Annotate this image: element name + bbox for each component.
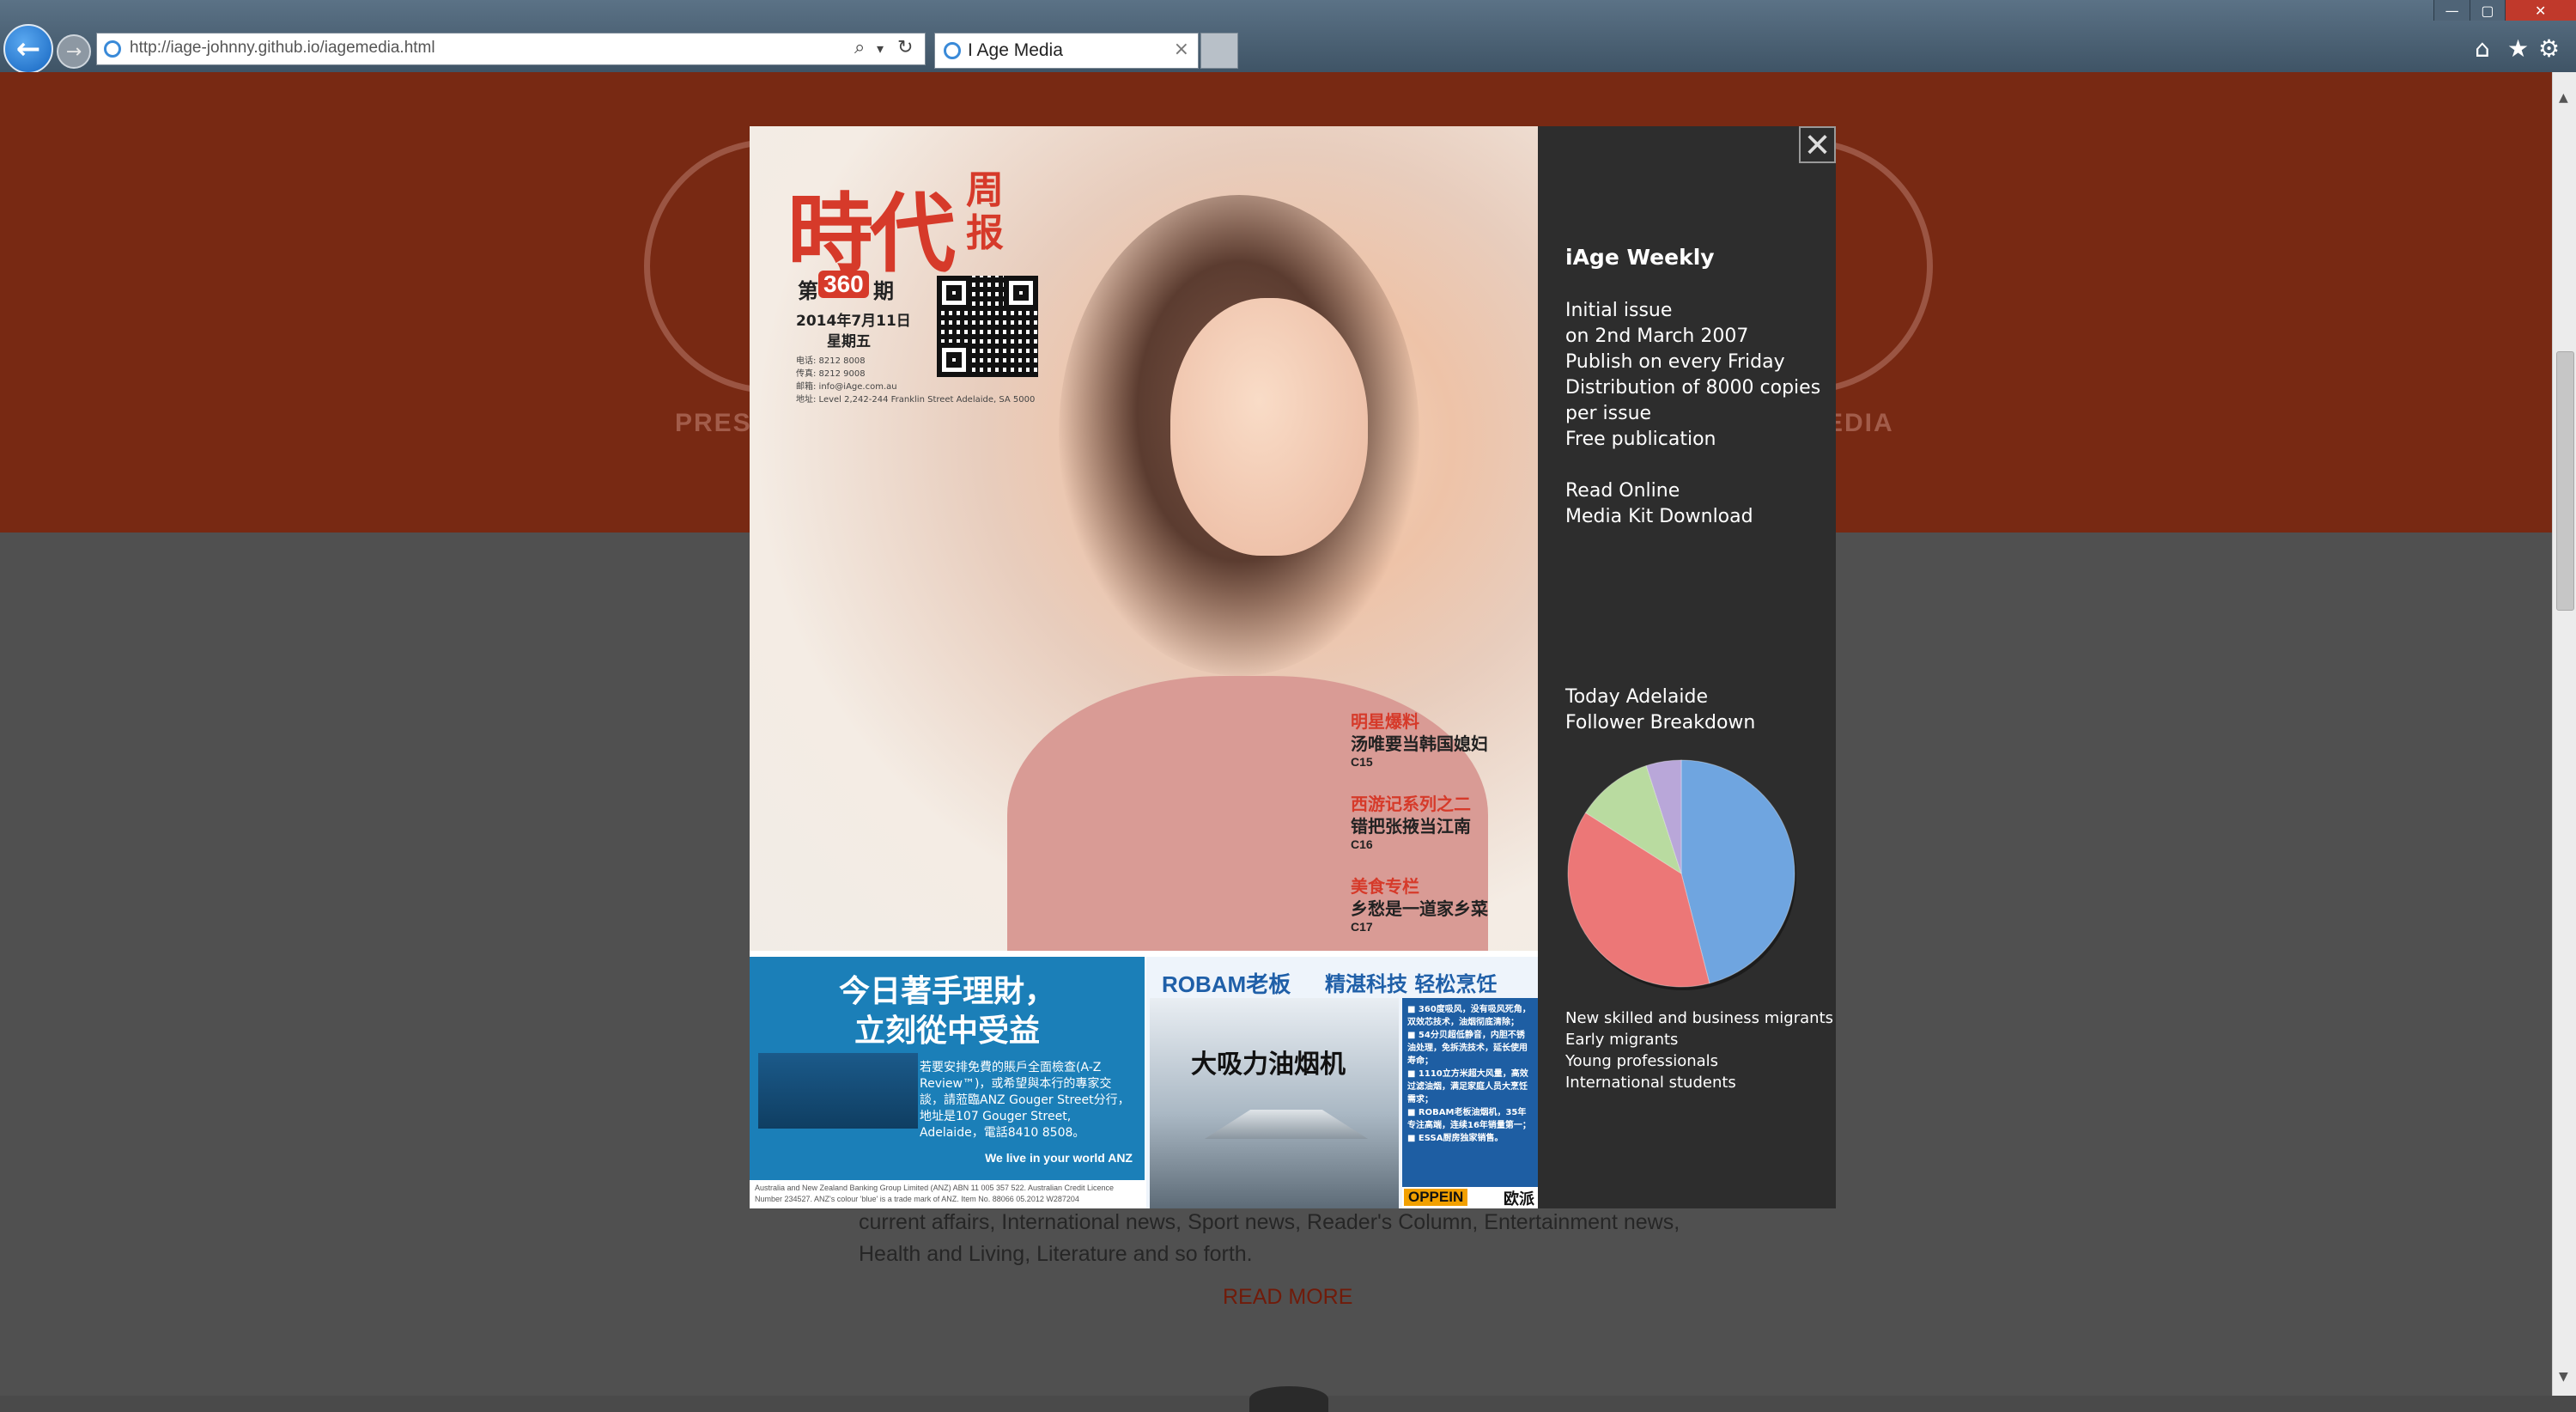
headline-title: 错把张掖当江南 — [1351, 816, 1471, 837]
headline-category: 美食专栏 — [1351, 876, 1419, 897]
info-details: Initial issue on 2nd March 2007 Publish … — [1565, 298, 1820, 453]
cover-headline: 美食专栏 乡愁是一道家乡菜 C17 — [1351, 875, 1488, 934]
star-icon[interactable]: ★ — [2507, 34, 2529, 63]
forward-arrow-icon: → — [65, 40, 82, 63]
issue-number: 360 — [818, 271, 869, 298]
cover-headline: 明星爆料 汤唯要当韩国媳妇 C15 — [1351, 710, 1488, 769]
refresh-icon[interactable]: ↻ — [897, 37, 913, 58]
issue-suffix: 期 — [873, 279, 894, 303]
robam-advert: ROBAM老板 精湛科技 轻松烹饪 大吸力油烟机 ■ 360度吸风，没有吸风死角… — [1146, 957, 1538, 1208]
section-divider-shape — [1249, 1386, 1328, 1412]
robam-title: 大吸力油烟机 — [1191, 1050, 1346, 1080]
headline-title: 汤唯要当韩国媳妇 — [1351, 733, 1488, 754]
pie-legend: New skilled and business migrants Early m… — [1565, 1007, 1833, 1093]
gear-icon[interactable]: ⚙ — [2538, 34, 2560, 63]
header-left-label: PRES — [675, 409, 752, 437]
cover-headline: 西游记系列之二 错把张掖当江南 C16 — [1351, 793, 1471, 851]
search-icon[interactable]: ⌕ — [854, 37, 865, 58]
scroll-down-arrow-icon[interactable]: ▼ — [2559, 1370, 2568, 1384]
pie-legend-item: International students — [1565, 1074, 1736, 1092]
issue-weekday: 星期五 — [827, 333, 871, 350]
new-tab-button[interactable] — [1200, 33, 1238, 69]
info-detail: per issue — [1565, 403, 1652, 424]
qr-eye — [937, 276, 971, 310]
page-favicon-icon — [104, 40, 121, 58]
info-panel: iAge Weekly Initial issue on 2nd March 2… — [1565, 126, 1836, 1208]
headline-page: C16 — [1351, 837, 1373, 851]
anz-headline: 今日著手理財， 立刻從中受益 — [838, 974, 1055, 1049]
pie-legend-item: New skilled and business migrants — [1565, 1009, 1834, 1027]
media-kit-download-link[interactable]: Media Kit Download — [1565, 504, 1753, 530]
address-bar[interactable]: http://iage-johnny.github.io/iagemedia.h… — [96, 33, 926, 65]
window-close-button[interactable]: ✕ — [2504, 0, 2576, 21]
back-arrow-icon: ← — [15, 32, 41, 66]
pie-title-line: Today Adelaide — [1565, 686, 1708, 708]
oppein-logo: OPPEIN — [1404, 1189, 1468, 1206]
anz-staff-photo — [758, 1053, 918, 1129]
pie-legend-item: Young professionals — [1565, 1052, 1719, 1070]
vertical-scrollbar[interactable]: ▲ ▼ — [2552, 72, 2576, 1396]
info-detail: Publish on every Friday — [1565, 351, 1785, 373]
tab-close-icon[interactable]: × — [1174, 39, 1189, 60]
cover-photo: 時代 周报 第 360 期 2014年7月11日 星期五 电话: 8212 80… — [750, 126, 1538, 951]
headline-category: 西游记系列之二 — [1351, 794, 1471, 814]
close-icon: ✕ — [1803, 125, 1832, 164]
scroll-thumb[interactable] — [2556, 351, 2574, 611]
info-detail: Distribution of 8000 copies — [1565, 377, 1821, 399]
scroll-up-arrow-icon[interactable]: ▲ — [2559, 91, 2568, 105]
qr-code-icon — [937, 276, 1038, 377]
robam-slogan: 精湛科技 轻松烹饪 — [1325, 972, 1498, 996]
cover-model-face — [1170, 298, 1368, 556]
follower-pie-chart — [1567, 759, 1796, 990]
oppein-badge-area: OPPEIN 欧派 — [1402, 1187, 1538, 1208]
issue-prefix: 第 — [798, 279, 818, 303]
headline-title: 乡愁是一道家乡菜 — [1351, 898, 1488, 919]
back-button[interactable]: ← — [3, 24, 53, 74]
url-text[interactable]: http://iage-johnny.github.io/iagemedia.h… — [130, 39, 435, 58]
pie-legend-item: Early migrants — [1565, 1031, 1679, 1049]
tab-iage-media[interactable]: I Age Media × — [934, 33, 1199, 69]
read-online-link[interactable]: Read Online — [1565, 478, 1753, 504]
lightbox-modal: 時代 周报 第 360 期 2014年7月11日 星期五 电话: 8212 80… — [750, 126, 1836, 1208]
tab-favicon-icon — [944, 42, 961, 59]
anz-footer: Australia and New Zealand Banking Group … — [750, 1180, 1145, 1208]
search-dropdown-icon[interactable]: ▾ — [877, 40, 884, 57]
cover-logo: 時代 — [787, 183, 956, 284]
pie-title-line: Follower Breakdown — [1565, 712, 1756, 733]
range-hood-icon — [1205, 1110, 1368, 1139]
browser-chrome: ← → http://iage-johnny.github.io/iagemed… — [0, 0, 2576, 74]
info-detail: on 2nd March 2007 — [1565, 326, 1749, 347]
anz-body: 若要安排免費的賬戶全面檢查(A-Z Review™)，或希望與本行的專家交談，請… — [920, 1061, 1130, 1140]
minimize-button[interactable]: — — [2433, 0, 2470, 21]
home-icon[interactable]: ⌂ — [2475, 34, 2490, 63]
info-detail: Free publication — [1565, 429, 1716, 450]
robam-specs: ■ 360度吸风，没有吸风死角，双效芯技术，油烟彻底清除； ■ 54分贝超低静音… — [1402, 998, 1538, 1187]
maximize-button[interactable]: ▢ — [2470, 0, 2505, 21]
forward-button[interactable]: → — [57, 34, 91, 69]
robam-logo: ROBAM老板 — [1162, 971, 1291, 997]
magazine-cover: 時代 周报 第 360 期 2014年7月11日 星期五 电话: 8212 80… — [750, 126, 1538, 1208]
robam-product-photo: 大吸力油烟机 — [1150, 998, 1399, 1208]
headline-page: C15 — [1351, 755, 1373, 769]
info-links: Read Online Media Kit Download — [1565, 478, 1753, 530]
tab-title: I Age Media — [968, 40, 1063, 60]
pie-title: Today Adelaide Follower Breakdown — [1565, 685, 1755, 736]
info-title: iAge Weekly — [1565, 245, 1715, 270]
qr-eye — [1004, 276, 1038, 310]
oppein-cn-logo: 欧派 — [1504, 1190, 1534, 1208]
modal-close-button[interactable]: ✕ — [1799, 126, 1836, 163]
qr-eye — [937, 343, 971, 377]
anz-advert: 今日著手理財， 立刻從中受益 若要安排免費的賬戶全面檢查(A-Z Review™… — [750, 957, 1145, 1180]
headline-category: 明星爆料 — [1351, 711, 1419, 732]
headline-page: C17 — [1351, 920, 1373, 934]
anz-slogan: We live in your world ANZ — [985, 1151, 1133, 1165]
read-more-link[interactable]: READ MORE — [1223, 1285, 1352, 1310]
section-body-text: current affairs, International news, Spo… — [859, 1210, 1680, 1266]
cover-logo-sub: 周报 — [966, 168, 1004, 255]
info-detail: Initial issue — [1565, 300, 1673, 321]
window-controls: — ▢ ✕ — [2433, 0, 2576, 21]
issue-date: 2014年7月11日 — [796, 313, 911, 330]
